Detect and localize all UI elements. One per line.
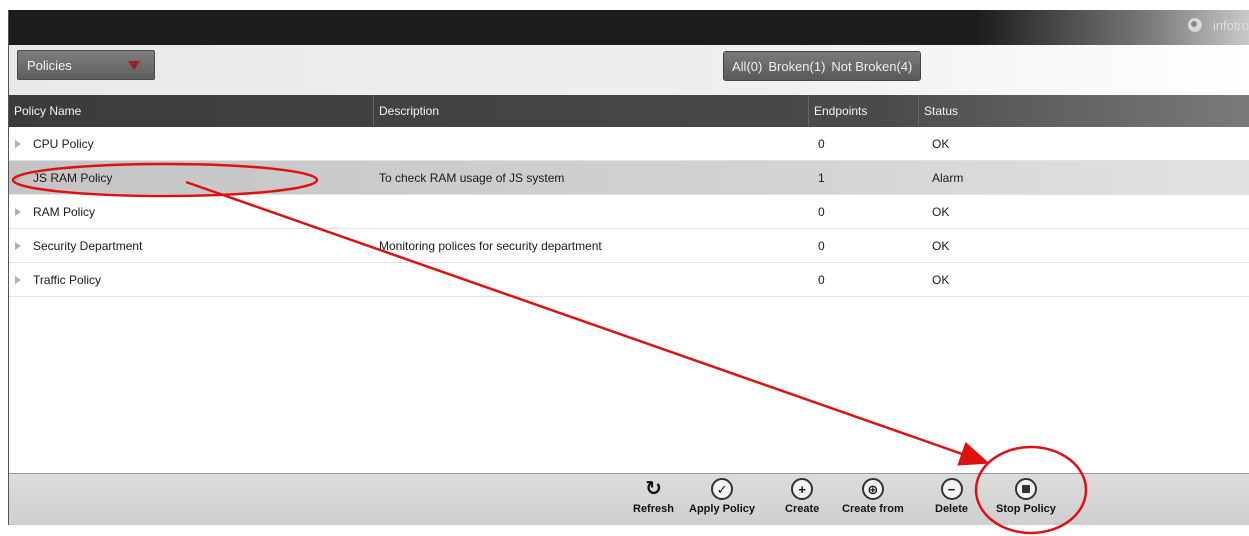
- expand-triangle-icon[interactable]: [15, 173, 21, 182]
- create-from-button[interactable]: ⊕ Create from: [842, 478, 904, 515]
- refresh-icon: ↻: [645, 478, 662, 500]
- top-bar: infotro: [9, 10, 1249, 45]
- globe-icon: [1186, 17, 1203, 33]
- user-label: infotro: [1212, 17, 1249, 33]
- delete-button[interactable]: − Delete: [935, 478, 968, 515]
- column-header-description[interactable]: Description: [374, 95, 809, 127]
- column-header-policy-name[interactable]: Policy Name: [9, 95, 374, 127]
- policy-name-cell: RAM Policy: [9, 195, 374, 228]
- column-header-endpoints[interactable]: Endpoints: [809, 95, 919, 127]
- filter-broken[interactable]: Broken(1): [768, 59, 825, 74]
- policy-name-cell: Traffic Policy: [9, 263, 374, 296]
- create-from-icon: ⊕: [861, 478, 884, 500]
- expand-triangle-icon[interactable]: [15, 241, 21, 250]
- status-cell: Alarm: [932, 170, 964, 185]
- status-filter-group: All(0) Broken(1) Not Broken(4): [723, 51, 922, 81]
- stop-policy-button[interactable]: Stop Policy: [996, 478, 1056, 515]
- table-row[interactable]: RAM Policy 0 OK: [9, 195, 1249, 229]
- table-row[interactable]: CPU Policy 0 OK: [9, 127, 1249, 161]
- column-header-status[interactable]: Status: [919, 95, 1249, 127]
- policies-dropdown-label: Policies: [27, 58, 72, 73]
- endpoints-cell: 0: [818, 238, 825, 253]
- endpoints-cell: 1: [818, 170, 825, 185]
- refresh-button[interactable]: ↻ Refresh: [633, 478, 674, 515]
- status-cell: OK: [932, 204, 950, 219]
- filter-toolbar: Policies All(0) Broken(1) Not Broken(4): [9, 45, 1249, 95]
- dropdown-caret-icon: [128, 61, 140, 70]
- policy-name-cell: JS RAM Policy: [9, 161, 374, 194]
- description-cell: [374, 127, 809, 160]
- endpoints-cell: 0: [818, 204, 825, 219]
- expand-triangle-icon[interactable]: [15, 139, 21, 148]
- table-row[interactable]: JS RAM Policy To check RAM usage of JS s…: [9, 161, 1249, 195]
- user-menu[interactable]: infotro: [1186, 17, 1249, 33]
- policy-name-cell: CPU Policy: [9, 127, 374, 160]
- filter-all[interactable]: All(0): [732, 59, 762, 74]
- table-header: Policy Name Description Endpoints Status: [9, 95, 1249, 127]
- description-cell: [374, 263, 809, 296]
- minus-circle-icon: −: [940, 478, 963, 500]
- endpoints-cell: 0: [818, 136, 825, 151]
- policies-dropdown[interactable]: Policies: [17, 50, 155, 80]
- create-button[interactable]: + Create: [785, 478, 819, 515]
- description-cell: [374, 195, 809, 228]
- status-cell: OK: [932, 238, 950, 253]
- action-bar: ↻ Refresh ✓ Apply Policy + Create ⊕ Crea…: [9, 473, 1249, 525]
- endpoints-cell: 0: [818, 272, 825, 287]
- description-cell: To check RAM usage of JS system: [379, 170, 565, 185]
- policies-window: infotro Policies All(0) Broken(1) Not Br…: [8, 10, 1249, 525]
- filter-not-broken[interactable]: Not Broken(4): [831, 59, 912, 74]
- expand-triangle-icon[interactable]: [15, 207, 21, 216]
- check-circle-icon: ✓: [711, 478, 734, 500]
- plus-circle-icon: +: [791, 478, 814, 500]
- table-row[interactable]: Security Department Monitoring polices f…: [9, 229, 1249, 263]
- status-cell: OK: [932, 136, 950, 151]
- policy-table-body: CPU Policy 0 OK JS RAM Policy To check R…: [9, 127, 1249, 297]
- table-row[interactable]: Traffic Policy 0 OK: [9, 263, 1249, 297]
- status-cell: OK: [932, 272, 950, 287]
- apply-policy-button[interactable]: ✓ Apply Policy: [689, 478, 755, 515]
- policy-name-cell: Security Department: [9, 229, 374, 262]
- stop-circle-icon: [1014, 478, 1037, 500]
- description-cell: Monitoring polices for security departme…: [379, 238, 602, 253]
- expand-triangle-icon[interactable]: [15, 275, 21, 284]
